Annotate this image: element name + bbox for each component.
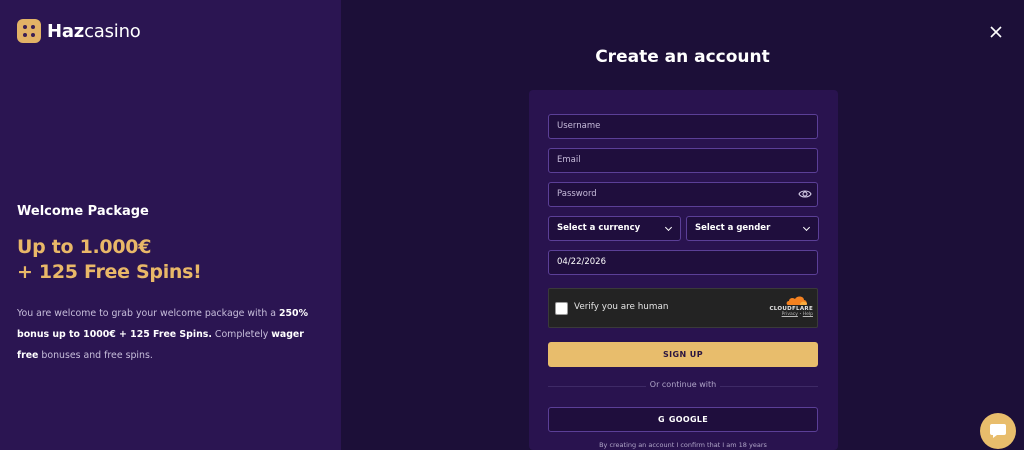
promo-headline-line2: + 125 Free Spins! xyxy=(17,261,202,283)
brand-name: Hazcasino xyxy=(47,20,141,42)
welcome-title: Welcome Package xyxy=(17,204,149,219)
captcha-checkbox[interactable] xyxy=(555,302,568,315)
chat-icon xyxy=(990,424,1006,438)
gender-select[interactable]: Select a gender xyxy=(686,216,819,241)
email-input[interactable]: Email xyxy=(548,148,818,173)
chevron-down-icon xyxy=(802,223,811,232)
close-icon[interactable] xyxy=(986,22,1006,42)
page-title: Create an account xyxy=(595,47,770,67)
captcha-label: Verify you are human xyxy=(574,302,669,312)
promo-headline: Up to 1.000€ + 125 Free Spins! xyxy=(17,235,202,285)
chevron-down-icon xyxy=(664,223,673,232)
password-input[interactable]: Password xyxy=(548,182,818,207)
promo-panel: Hazcasino Welcome Package Up to 1.000€ +… xyxy=(0,0,341,450)
or-continue-text: Or continue with xyxy=(649,380,717,389)
username-input[interactable]: Username xyxy=(548,114,818,139)
cloudflare-logo: CLOUDFLARE Privacy · Help xyxy=(765,295,813,317)
promo-description: You are welcome to grab your welcome pac… xyxy=(17,308,308,361)
dice-logo-icon xyxy=(17,19,41,43)
promo-headline-line1: Up to 1.000€ xyxy=(17,236,152,258)
google-button[interactable]: G GOOGLE xyxy=(548,407,818,432)
currency-select[interactable]: Select a currency xyxy=(548,216,681,241)
terms-text: By creating an account I confirm that I … xyxy=(599,441,767,449)
captcha-privacy-link[interactable]: Privacy xyxy=(782,312,798,317)
signup-button[interactable]: SIGN UP xyxy=(548,342,818,367)
birthdate-input[interactable]: 04/22/2026 xyxy=(548,250,818,275)
logo[interactable]: Hazcasino xyxy=(17,19,141,43)
chat-button[interactable] xyxy=(980,413,1016,449)
cloudflare-icon xyxy=(786,296,808,305)
captcha-help-link[interactable]: Help xyxy=(803,312,813,317)
captcha-widget: Verify you are human CLOUDFLARE Privacy … xyxy=(548,288,818,328)
google-icon: G xyxy=(658,415,665,424)
eye-icon[interactable] xyxy=(798,188,812,200)
